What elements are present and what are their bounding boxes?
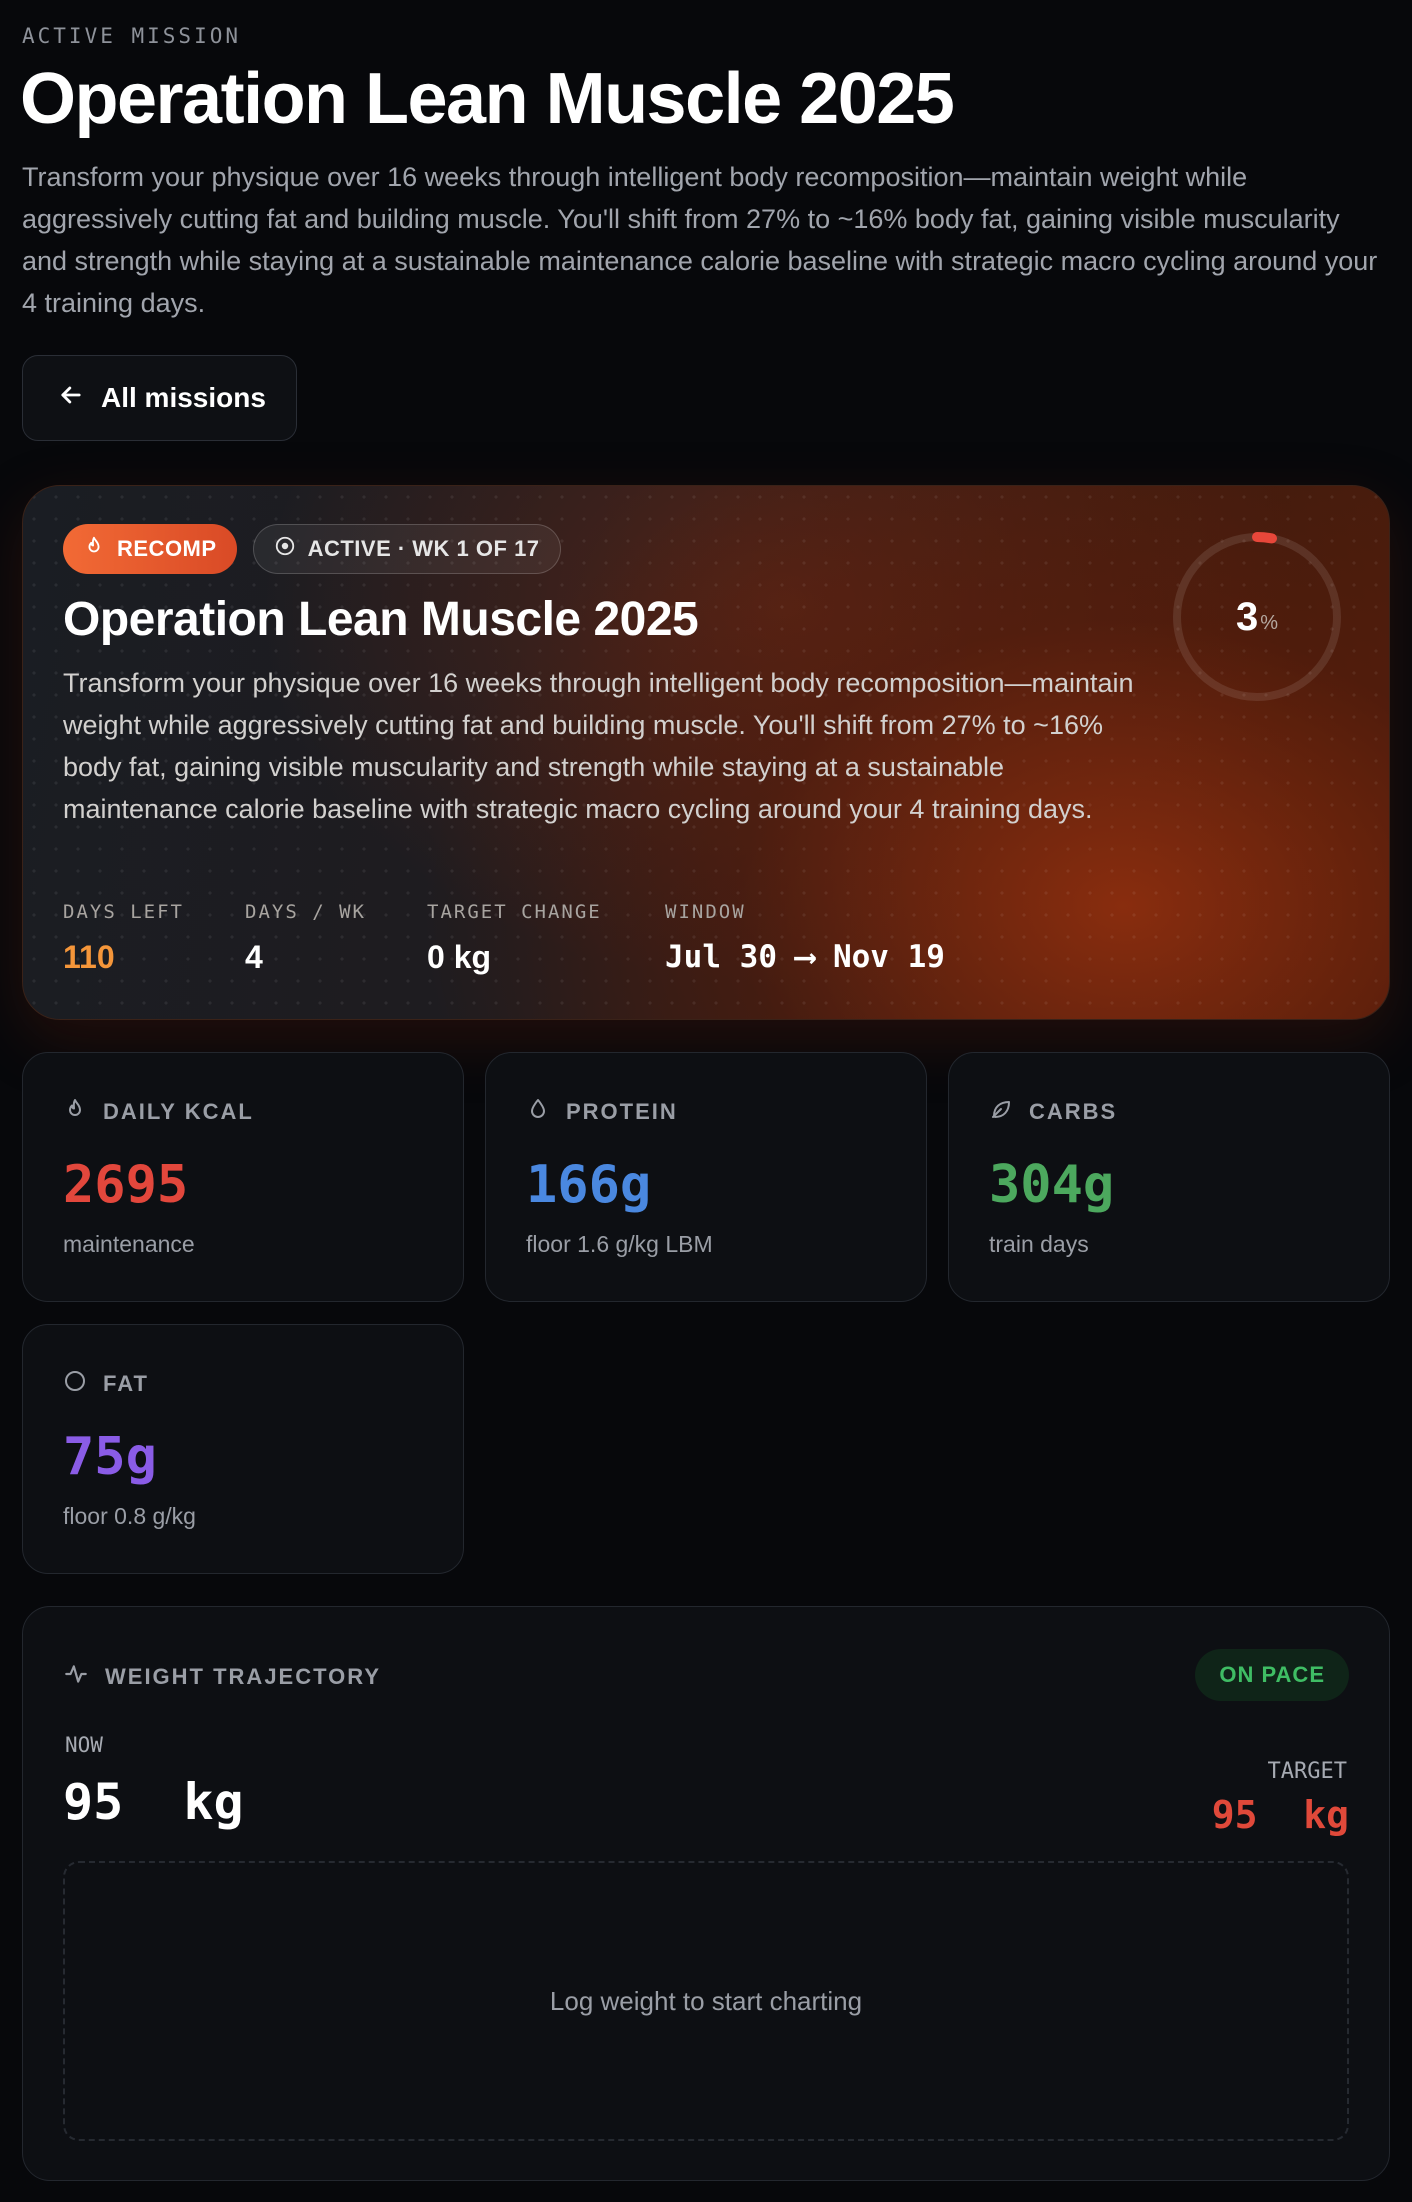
activity-icon (63, 1661, 89, 1693)
mission-status-label: ACTIVE · WK 1 OF 17 (307, 536, 540, 561)
leaf-icon (989, 1097, 1013, 1127)
mission-hero-card: RECOMP ACTIVE · WK 1 OF 17 Operation Lea… (22, 485, 1390, 1020)
weight-chart-empty-state[interactable]: Log weight to start charting (63, 1861, 1349, 2141)
hero-title: Operation Lean Muscle 2025 (63, 593, 699, 646)
page-description: Transform your physique over 16 weeks th… (22, 162, 1378, 318)
page-title: Operation Lean Muscle 2025 (20, 59, 955, 139)
macro-value: 75g (63, 1427, 157, 1487)
stat-label: DAYS LEFT (63, 901, 184, 923)
mission-stats: DAYS LEFT 110 DAYS / WK 4 TARGET CHANGE … (63, 901, 945, 976)
stat-label: TARGET CHANGE (427, 901, 602, 923)
stat-value: Jul 30 ⟶ Nov 19 (665, 939, 945, 975)
macro-value: 2695 (63, 1155, 189, 1215)
macro-card-header: DAILY KCAL (63, 1097, 254, 1127)
macro-card-header: CARBS (989, 1097, 1117, 1127)
droplet-icon (526, 1097, 550, 1127)
target-label: TARGET (1267, 1759, 1347, 1784)
weight-trajectory-title: WEIGHT TRAJECTORY (105, 1664, 382, 1689)
macro-subtext: floor 1.6 g/kg LBM (526, 1231, 713, 1257)
macro-subtext: maintenance (63, 1231, 195, 1257)
empty-state-text: Log weight to start charting (549, 1985, 863, 2016)
stat-value: 110 (63, 939, 115, 975)
stat-label: WINDOW (665, 901, 746, 923)
macro-label: CARBS (1029, 1099, 1118, 1124)
macro-label: FAT (103, 1371, 149, 1396)
macro-card-protein: PROTEIN 166g floor 1.6 g/kg LBM (485, 1052, 927, 1302)
target-icon (274, 535, 296, 563)
progress-readout: 3% (1168, 528, 1346, 706)
macro-card-header: PROTEIN (526, 1097, 678, 1127)
macro-card-kcal: DAILY KCAL 2695 maintenance (22, 1052, 464, 1302)
macro-card-header: FAT (63, 1369, 149, 1399)
stat-days-per-week: DAYS / WK 4 (245, 901, 427, 976)
mission-page: ACTIVE MISSION Operation Lean Muscle 202… (0, 0, 1412, 2202)
macro-subtext: train days (989, 1231, 1089, 1257)
badge-row: RECOMP ACTIVE · WK 1 OF 17 (63, 524, 561, 574)
macro-subtext: floor 0.8 g/kg (63, 1503, 196, 1529)
now-label: NOW (65, 1733, 103, 1757)
macro-card-carbs: CARBS 304g train days (948, 1052, 1390, 1302)
weight-trajectory-header: WEIGHT TRAJECTORY (63, 1661, 381, 1693)
stat-value: 0 kg (427, 939, 492, 975)
macro-card-fat: FAT 75g floor 0.8 g/kg (22, 1324, 464, 1574)
mission-status-badge: ACTIVE · WK 1 OF 17 (252, 524, 561, 574)
hero-description: Transform your physique over 16 weeks th… (63, 668, 1134, 824)
macro-label: DAILY KCAL (103, 1099, 254, 1124)
arrow-left-icon (57, 381, 85, 416)
macro-value: 166g (526, 1155, 652, 1215)
stat-label: DAYS / WK (245, 901, 366, 923)
circle-icon (63, 1369, 87, 1399)
stat-target-change: TARGET CHANGE 0 kg (427, 901, 665, 976)
all-missions-label: All missions (101, 382, 266, 413)
flame-icon (83, 535, 105, 563)
now-weight-value: 95 kg (63, 1773, 244, 1831)
mission-type-label: RECOMP (117, 536, 217, 561)
target-weight-value: 95 kg (1211, 1793, 1349, 1837)
page-eyebrow: ACTIVE MISSION (22, 24, 242, 48)
flame-icon (63, 1097, 87, 1127)
mission-type-badge: RECOMP (63, 524, 237, 574)
on-pace-badge: ON PACE (1195, 1649, 1349, 1701)
progress-value: 3 (1235, 594, 1259, 639)
macro-value: 304g (989, 1155, 1115, 1215)
stat-window: WINDOW Jul 30 ⟶ Nov 19 (665, 901, 945, 976)
stat-days-left: DAYS LEFT 110 (63, 901, 245, 976)
macro-label: PROTEIN (566, 1099, 678, 1124)
stat-value: 4 (245, 939, 263, 975)
all-missions-button[interactable]: All missions (22, 355, 297, 441)
progress-unit: % (1260, 611, 1279, 634)
weight-trajectory-card: WEIGHT TRAJECTORY ON PACE NOW 95 kg TARG… (22, 1606, 1390, 2181)
